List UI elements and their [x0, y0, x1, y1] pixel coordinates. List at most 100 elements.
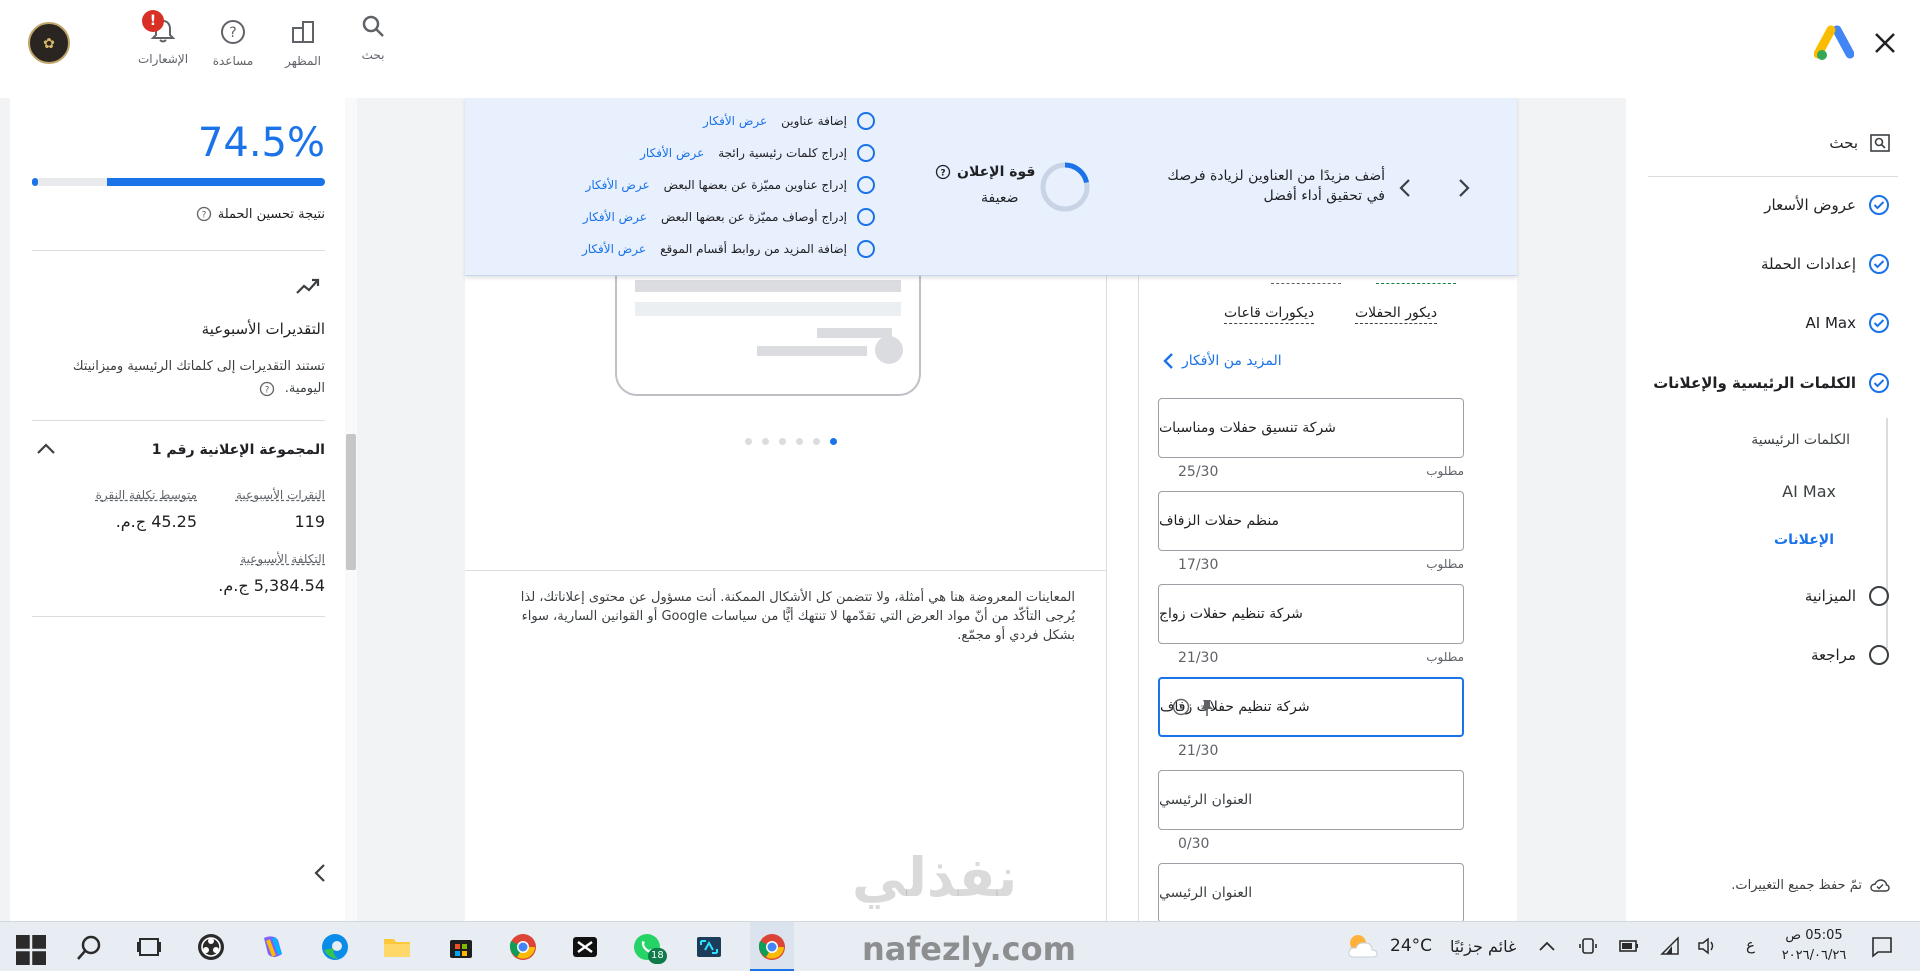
svg-text:?: ?	[229, 25, 236, 41]
help-icon[interactable]: ?	[259, 381, 275, 397]
suggestion-circle[interactable]	[857, 176, 875, 194]
svg-text:?: ?	[940, 169, 945, 179]
avg-cpc-value: 45.25 ج.م.	[115, 512, 197, 531]
whatsapp-taskbar-item[interactable]: 18	[632, 932, 667, 964]
task-view-icon[interactable]	[134, 932, 164, 962]
headline-input-4[interactable]: شركة تنظيم حفلات زفاف ?	[1158, 677, 1464, 737]
avg-cpc-label: متوسط تكلفة النقرة	[95, 488, 197, 502]
file-explorer-icon[interactable]	[382, 932, 412, 962]
copilot-icon[interactable]	[258, 932, 288, 962]
svg-text:✿: ✿	[43, 36, 55, 52]
wifi-icon[interactable]	[1658, 936, 1680, 956]
view-ideas-link[interactable]: عرض الأفكار	[586, 178, 650, 192]
nav-sub-ads[interactable]: الإعلانات	[1774, 532, 1834, 548]
optimization-score-label-row: نتيجة تحسين الحملة ?	[196, 206, 325, 222]
notifications-label: الإشعارات	[137, 52, 189, 66]
screen-recorder-icon[interactable]	[694, 932, 724, 962]
close-icon[interactable]	[1872, 30, 1898, 56]
nav-item-campaign-settings[interactable]: إعدادات الحملة	[1761, 253, 1890, 275]
nav-sub-ai-max[interactable]: AI Max	[1782, 482, 1836, 501]
pagination-dot[interactable]	[779, 438, 786, 445]
weekly-cost-value: 5,384.54 ج.م.	[218, 576, 325, 595]
nav-item-label: الميزانية	[1804, 587, 1856, 605]
suggestion-text: إدراج عناوين مميّزة عن بعضها البعض	[663, 178, 847, 192]
preview-pagination[interactable]	[745, 438, 837, 445]
avatar[interactable]: ✿	[28, 22, 70, 64]
suggestion-circle[interactable]	[857, 144, 875, 162]
pagination-dot[interactable]	[745, 438, 752, 445]
char-counter: 0/30	[1178, 836, 1210, 852]
view-ideas-link[interactable]: عرض الأفكار	[703, 114, 767, 128]
chrome-icon[interactable]	[508, 932, 538, 962]
headline-input-2[interactable]: منظم حفلات الزفاف	[1158, 491, 1464, 551]
banner-message: أضف مزيدًا من العناوين لزيادة فرصك في تح…	[1167, 168, 1385, 204]
microsoft-store-icon[interactable]	[446, 932, 476, 962]
suggestion-circle[interactable]	[857, 208, 875, 226]
help-label: مساعدة	[212, 54, 254, 68]
view-ideas-link[interactable]: عرض الأفكار	[582, 242, 646, 256]
help-icon[interactable]: ?	[196, 206, 212, 222]
next-suggestion-chevron-icon[interactable]	[1457, 178, 1471, 198]
nav-item-keywords-ads[interactable]: الكلمات الرئيسية والإعلانات	[1653, 372, 1890, 394]
clock[interactable]: 05:05 ص ٢٠٢٦/٠٦/٢٦	[1764, 926, 1864, 966]
help-icon[interactable]: ?	[1172, 698, 1190, 716]
input-language[interactable]: ع	[1746, 936, 1755, 954]
scrollbar-thumb[interactable]	[346, 434, 356, 570]
suggestion-row: إضافة عناوين عرض الأفكار	[703, 112, 875, 130]
suggestion-circle[interactable]	[857, 112, 875, 130]
headline-input-3[interactable]: شركة تنظيم حفلات زواج	[1158, 584, 1464, 644]
idea-chip-party-decor[interactable]: ديكور الحفلات	[1355, 305, 1438, 324]
ad-strength-value: ضعيفة	[981, 190, 1019, 206]
notifications-button[interactable]: ! الإشعارات	[128, 10, 198, 66]
headline-input-5[interactable]: العنوان الرئيسي	[1158, 770, 1464, 830]
appearance-icon	[292, 21, 314, 43]
campaign-summary-panel: 74.5% نتيجة تحسين الحملة ? التقديرات الأ…	[10, 98, 345, 921]
collapse-panel-chevron-icon[interactable]	[313, 862, 327, 884]
pagination-dot[interactable]	[762, 438, 769, 445]
search-button[interactable]: بحث	[338, 12, 408, 62]
help-button[interactable]: ? مساعدة	[198, 12, 268, 68]
more-ideas-link[interactable]: المزيد من الأفكار	[1162, 352, 1282, 370]
nav-item-bids[interactable]: عروض الأسعار	[1764, 194, 1890, 216]
required-label: مطلوب	[1426, 464, 1464, 478]
battery-icon[interactable]	[1618, 937, 1640, 955]
nav-search[interactable]: بحث	[1829, 134, 1890, 152]
pin-icon[interactable]	[1200, 699, 1214, 717]
device-icon[interactable]	[1578, 935, 1598, 957]
char-counter: 25/30	[1178, 464, 1219, 480]
view-ideas-link[interactable]: عرض الأفكار	[640, 146, 704, 160]
nav-sub-keywords[interactable]: الكلمات الرئيسية	[1751, 432, 1850, 448]
chrome-active-item[interactable]	[750, 922, 794, 971]
weather-temp: 24°C	[1390, 936, 1433, 956]
prev-suggestion-chevron-icon[interactable]	[1398, 178, 1412, 198]
pagination-dot-active[interactable]	[830, 438, 837, 445]
pagination-dot[interactable]	[813, 438, 820, 445]
edge-icon[interactable]	[320, 932, 350, 962]
help-icon[interactable]: ?	[935, 164, 951, 180]
weather-widget[interactable]: 24°C غائم جزئيًا	[1346, 931, 1516, 961]
obs-icon[interactable]	[196, 932, 226, 962]
volume-icon[interactable]	[1696, 935, 1718, 957]
suggestion-circle[interactable]	[857, 240, 875, 258]
appearance-button[interactable]: المظهر	[268, 12, 338, 68]
notification-center-icon[interactable]	[1870, 935, 1894, 959]
collapse-chevron-icon[interactable]	[36, 442, 56, 456]
headline-input-6[interactable]: العنوان الرئيسي	[1158, 863, 1464, 923]
headline-text: شركة تنسيق حفلات ومناسبات	[1159, 420, 1336, 436]
idea-chip-hall-decor[interactable]: ديكورات قاعات	[1224, 305, 1315, 324]
headline-input-1[interactable]: شركة تنسيق حفلات ومناسبات	[1158, 398, 1464, 458]
windows-start-icon[interactable]	[16, 935, 46, 965]
nav-item-review[interactable]: مراجعة	[1811, 644, 1890, 666]
saved-status: تمّ حفظ جميع التغييرات.	[1731, 878, 1890, 893]
weekly-cost-label: التكلفة الأسبوعية	[240, 552, 325, 566]
weekly-clicks-value: 119	[294, 512, 325, 531]
nav-item-ai-max[interactable]: AI Max	[1806, 312, 1890, 334]
taskbar-search-icon[interactable]	[74, 933, 104, 963]
show-hidden-icons-chevron-icon[interactable]	[1538, 939, 1556, 953]
campaign-steps-nav: بحث عروض الأسعار إعدادات الحملة AI Max ا…	[1626, 98, 1920, 921]
char-counter: 21/30	[1178, 650, 1219, 666]
pagination-dot[interactable]	[796, 438, 803, 445]
view-ideas-link[interactable]: عرض الأفكار	[583, 210, 647, 224]
capcut-icon[interactable]	[570, 932, 600, 962]
nav-item-budget[interactable]: الميزانية	[1805, 585, 1890, 607]
